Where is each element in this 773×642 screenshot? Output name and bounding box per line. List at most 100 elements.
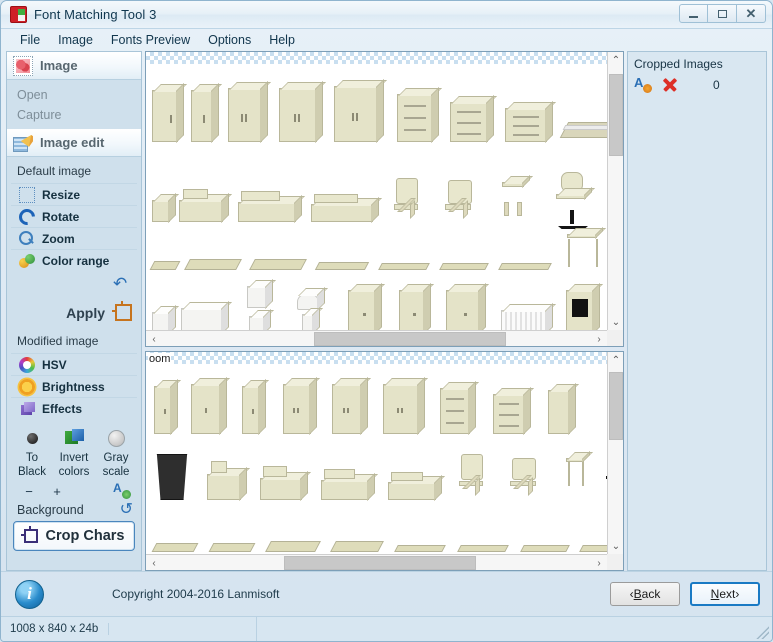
sidebar-item-color-range[interactable]: Color range bbox=[11, 249, 137, 271]
horizontal-scrollbar[interactable]: ‹ › bbox=[146, 554, 607, 570]
sidebar-item-hsv[interactable]: HSV bbox=[11, 353, 137, 375]
status-cell-secondary bbox=[109, 617, 257, 641]
crop-chars-button[interactable]: Crop Chars bbox=[13, 521, 135, 551]
minimize-icon[interactable] bbox=[679, 4, 708, 23]
window-controls: ✕ bbox=[679, 4, 766, 23]
sidebar-item-open[interactable]: Open bbox=[17, 85, 141, 105]
cropped-images-toolbar: 0 bbox=[634, 75, 760, 93]
transparency-checker bbox=[146, 352, 607, 364]
delete-cropped-image-icon[interactable] bbox=[661, 76, 678, 93]
pencil-edit-icon bbox=[13, 133, 33, 153]
modified-image-canvas[interactable]: oom bbox=[146, 352, 607, 554]
wizard-buttons: ‹ Back Next › bbox=[610, 582, 760, 606]
cropped-images-title: Cropped Images bbox=[634, 57, 723, 71]
undo-icon[interactable] bbox=[113, 277, 129, 291]
scroll-left-icon[interactable]: ‹ bbox=[146, 555, 162, 570]
vertical-scroll-thumb[interactable] bbox=[609, 74, 623, 156]
decrease-button[interactable]: − bbox=[23, 484, 35, 499]
modified-image-label: Modified image bbox=[17, 334, 99, 348]
menu-help[interactable]: Help bbox=[260, 31, 304, 49]
scroll-down-icon[interactable]: ⌄ bbox=[608, 314, 623, 330]
menu-bar: File Image Fonts Preview Options Help bbox=[1, 29, 772, 51]
rotate-icon bbox=[15, 205, 39, 228]
sidebar-item-rotate-label: Rotate bbox=[42, 209, 80, 224]
maximize-icon[interactable] bbox=[708, 4, 737, 23]
menu-file[interactable]: File bbox=[11, 31, 49, 49]
scroll-down-icon[interactable]: ⌄ bbox=[608, 538, 623, 554]
main-content: Image Open Capture Image edit Default im… bbox=[1, 51, 772, 571]
copyright-text: Copyright 2004-2016 Lanmisoft bbox=[112, 587, 280, 601]
scroll-up-icon[interactable]: ⌃ bbox=[608, 352, 623, 368]
horizontal-scroll-thumb[interactable] bbox=[284, 556, 476, 570]
undo-icon[interactable]: ↺ bbox=[120, 502, 133, 518]
cropped-images-panel: Cropped Images 0 bbox=[627, 51, 767, 571]
next-button-rest: ext bbox=[719, 587, 736, 601]
furniture-catalog-bottom bbox=[146, 364, 607, 554]
scroll-right-icon[interactable]: › bbox=[591, 331, 607, 346]
menu-image[interactable]: Image bbox=[49, 31, 102, 49]
invert-colors-button[interactable]: Invert colors bbox=[54, 425, 94, 479]
catalog-row bbox=[150, 510, 607, 552]
brightness-icon bbox=[19, 378, 35, 395]
horizontal-scrollbar[interactable]: ‹ › bbox=[146, 330, 607, 346]
vertical-scrollbar[interactable]: ⌃ ⌄ bbox=[607, 52, 623, 330]
hsv-icon bbox=[19, 356, 35, 373]
sidebar-item-brightness-label: Brightness bbox=[42, 379, 105, 394]
next-button[interactable]: Next › bbox=[690, 582, 760, 606]
gray-scale-label-2: scale bbox=[102, 466, 130, 478]
to-black-label-1: To bbox=[25, 452, 39, 464]
resize-icon bbox=[19, 186, 35, 203]
title-bar: Font Matching Tool 3 ✕ bbox=[1, 1, 772, 29]
default-image-viewer: ⌃ ⌄ ‹ › bbox=[145, 51, 624, 347]
info-icon: i bbox=[15, 579, 44, 609]
scroll-right-icon[interactable]: › bbox=[591, 555, 607, 570]
sidebar-section-image[interactable]: Image bbox=[7, 52, 141, 80]
add-cropped-image-icon[interactable] bbox=[634, 75, 652, 93]
sidebar-item-brightness[interactable]: Brightness bbox=[11, 375, 137, 397]
sidebar-item-color-range-label: Color range bbox=[42, 253, 110, 268]
sidebar-item-zoom[interactable]: Zoom bbox=[11, 227, 137, 249]
footer: i Copyright 2004-2016 Lanmisoft ‹ Back N… bbox=[1, 571, 772, 641]
crop-icon[interactable] bbox=[112, 301, 132, 321]
effects-icon bbox=[19, 401, 35, 417]
catalog-row bbox=[149, 230, 607, 270]
sidebar-item-rotate[interactable]: Rotate bbox=[11, 205, 137, 228]
back-button-rest: ack bbox=[641, 587, 661, 601]
crop-icon bbox=[20, 526, 38, 543]
sidebar: Image Open Capture Image edit Default im… bbox=[6, 51, 142, 571]
color-mode-swatches: To Black Invert colors Gray scale bbox=[7, 419, 141, 481]
scrollbar-corner bbox=[607, 330, 623, 346]
menu-fonts-preview[interactable]: Fonts Preview bbox=[102, 31, 199, 49]
close-icon[interactable]: ✕ bbox=[737, 4, 766, 23]
menu-options[interactable]: Options bbox=[199, 31, 260, 49]
resize-grip-icon[interactable] bbox=[755, 625, 769, 639]
sidebar-section-image-edit-label: Image edit bbox=[40, 135, 105, 150]
scroll-left-icon[interactable]: ‹ bbox=[146, 331, 162, 346]
add-font-icon[interactable] bbox=[113, 481, 131, 499]
background-row: Background ↺ bbox=[7, 501, 141, 518]
next-button-suffix: › bbox=[735, 587, 740, 601]
sidebar-item-capture[interactable]: Capture bbox=[17, 105, 141, 125]
sidebar-section-image-edit[interactable]: Image edit bbox=[7, 129, 141, 157]
background-label: Background bbox=[17, 503, 84, 517]
invert-colors-label-1: Invert bbox=[59, 452, 89, 464]
apply-button[interactable]: Apply bbox=[66, 305, 105, 321]
to-black-button[interactable]: To Black bbox=[12, 425, 52, 479]
vertical-scrollbar[interactable]: ⌃ ⌄ bbox=[607, 352, 623, 554]
gray-scale-button[interactable]: Gray scale bbox=[96, 425, 136, 479]
sidebar-item-resize-label: Resize bbox=[42, 187, 81, 202]
scroll-up-icon[interactable]: ⌃ bbox=[608, 52, 623, 68]
crop-chars-label: Crop Chars bbox=[45, 528, 125, 544]
to-black-icon bbox=[26, 432, 38, 444]
increase-button[interactable]: + bbox=[51, 484, 63, 499]
back-button[interactable]: ‹ Back bbox=[610, 582, 680, 606]
vertical-scroll-thumb[interactable] bbox=[609, 372, 623, 440]
image-icon bbox=[13, 55, 33, 76]
default-image-canvas[interactable] bbox=[146, 52, 607, 330]
catalog-row bbox=[150, 148, 607, 224]
sidebar-item-effects[interactable]: Effects bbox=[11, 397, 137, 419]
next-button-accel: N bbox=[710, 587, 720, 601]
back-button-accel: B bbox=[633, 587, 642, 601]
sidebar-item-resize[interactable]: Resize bbox=[11, 183, 137, 205]
horizontal-scroll-thumb[interactable] bbox=[314, 332, 506, 346]
